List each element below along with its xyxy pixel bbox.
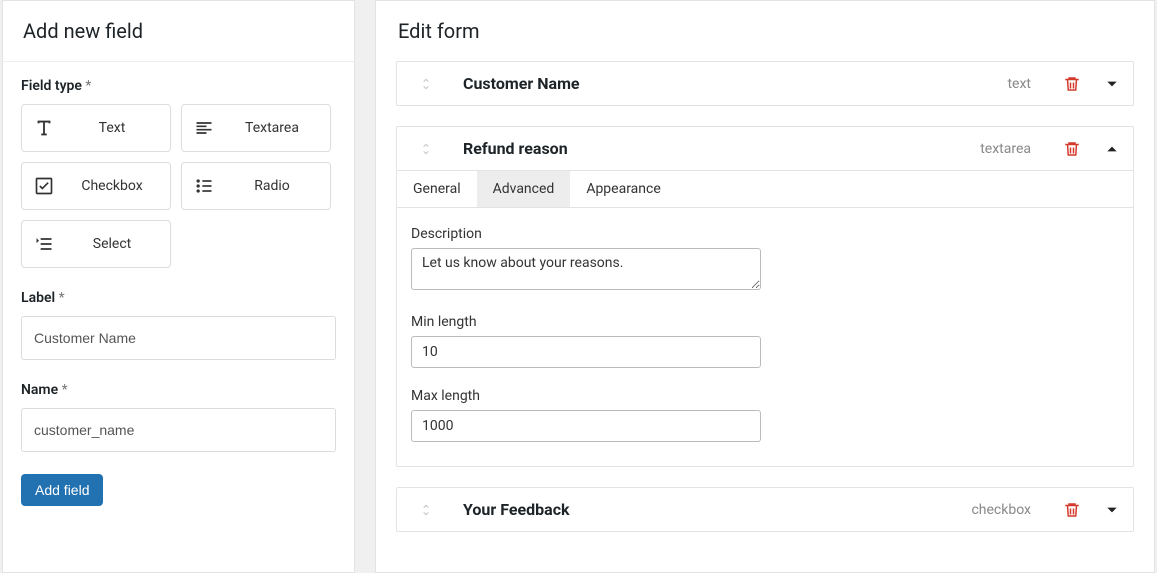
- max-length-input[interactable]: [411, 410, 761, 442]
- form-field-row: Refund reason textarea General Advanced …: [396, 126, 1134, 467]
- form-field-row: Your Feedback checkbox: [396, 487, 1134, 532]
- field-type-text-label: Text: [66, 120, 170, 136]
- expand-field-button[interactable]: [1105, 77, 1119, 91]
- form-field-header[interactable]: Refund reason textarea: [397, 127, 1133, 170]
- textarea-type-icon: [182, 118, 226, 138]
- max-length-label: Max length: [411, 388, 1119, 404]
- advanced-pane: Description Min length Max length: [397, 208, 1133, 466]
- field-settings-tabs: General Advanced Appearance: [397, 171, 1133, 208]
- name-input[interactable]: [21, 408, 336, 452]
- description-textarea[interactable]: [411, 248, 761, 290]
- field-type-label: Field type *: [21, 78, 336, 94]
- min-length-input[interactable]: [411, 336, 761, 368]
- drag-handle-icon[interactable]: [411, 141, 441, 157]
- add-field-button[interactable]: Add field: [21, 474, 103, 506]
- expand-field-button[interactable]: [1105, 503, 1119, 517]
- delete-field-button[interactable]: [1063, 75, 1081, 93]
- field-type-grid: Text Textarea Checkbox: [21, 104, 336, 268]
- add-new-field-panel: Add new field Field type * Text: [2, 0, 355, 573]
- delete-field-button[interactable]: [1063, 501, 1081, 519]
- name-field-label: Name *: [21, 382, 336, 398]
- field-type-radio[interactable]: Radio: [181, 162, 331, 210]
- edit-form-panel: Edit form Customer Name text: [375, 0, 1155, 573]
- edit-form-title: Edit form: [396, 1, 1134, 61]
- field-type-select[interactable]: Select: [21, 220, 171, 268]
- collapse-field-button[interactable]: [1105, 142, 1119, 156]
- form-field-type-badge: text: [1007, 76, 1031, 92]
- text-type-icon: [22, 117, 66, 139]
- tab-appearance[interactable]: Appearance: [570, 171, 676, 207]
- form-field-header[interactable]: Your Feedback checkbox: [397, 488, 1133, 531]
- field-type-checkbox-label: Checkbox: [66, 178, 170, 194]
- drag-handle-icon[interactable]: [411, 76, 441, 92]
- field-type-textarea[interactable]: Textarea: [181, 104, 331, 152]
- form-field-row: Customer Name text: [396, 61, 1134, 106]
- label-field-label: Label *: [21, 290, 336, 306]
- field-type-checkbox[interactable]: Checkbox: [21, 162, 171, 210]
- field-type-radio-label: Radio: [226, 178, 330, 194]
- field-type-text[interactable]: Text: [21, 104, 171, 152]
- form-field-type-badge: textarea: [980, 141, 1031, 157]
- field-type-textarea-label: Textarea: [226, 120, 330, 136]
- select-type-icon: [22, 234, 66, 254]
- form-field-body: General Advanced Appearance Description …: [397, 170, 1133, 466]
- tab-general[interactable]: General: [397, 171, 477, 207]
- field-type-select-label: Select: [66, 236, 170, 252]
- form-field-title: Customer Name: [441, 74, 1007, 93]
- add-new-field-title: Add new field: [3, 1, 354, 62]
- label-input[interactable]: [21, 316, 336, 360]
- checkbox-type-icon: [22, 176, 66, 196]
- min-length-label: Min length: [411, 314, 1119, 330]
- form-field-title: Your Feedback: [441, 500, 971, 519]
- description-label: Description: [411, 226, 1119, 242]
- form-field-type-badge: checkbox: [971, 502, 1031, 518]
- form-field-header[interactable]: Customer Name text: [397, 62, 1133, 105]
- delete-field-button[interactable]: [1063, 140, 1081, 158]
- radio-type-icon: [182, 176, 226, 196]
- tab-advanced[interactable]: Advanced: [477, 171, 571, 207]
- form-field-title: Refund reason: [441, 139, 980, 158]
- drag-handle-icon[interactable]: [411, 502, 441, 518]
